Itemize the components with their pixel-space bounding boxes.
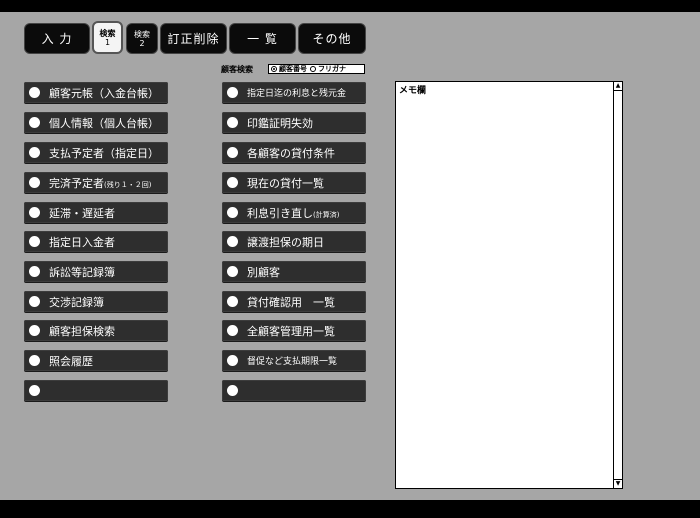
tab-search-1-label: 検索 (99, 28, 116, 38)
payment-deadline-list-button[interactable]: 督促など支払期限一覧 (222, 350, 366, 372)
button-label: 完済予定者(残り１・２回) (49, 175, 151, 191)
bullet-icon (29, 325, 40, 336)
memo-textarea[interactable]: メモ欄 ▲ ▼ (395, 81, 623, 489)
collateral-deadline-button[interactable]: 譲渡担保の期日 (222, 231, 366, 253)
loan-conditions-button[interactable]: 各顧客の貸付条件 (222, 142, 366, 164)
scheduled-payer-button[interactable]: 支払予定者（指定日） (24, 142, 168, 164)
bullet-icon (227, 177, 238, 188)
scroll-down-icon[interactable]: ▼ (614, 479, 622, 488)
bullet-icon (227, 207, 238, 218)
button-label: 交渉記録簿 (49, 295, 104, 309)
bullet-icon (29, 266, 40, 277)
scroll-up-icon[interactable]: ▲ (614, 82, 622, 91)
search-by-number-radio[interactable]: 顧客番号 (271, 64, 307, 74)
tab-other[interactable]: その他 (298, 23, 366, 54)
search-by-kana-radio[interactable]: フリガナ (310, 64, 346, 74)
bullet-icon (227, 355, 238, 366)
interest-principal-button[interactable]: 指定日迄の利息と残元金 (222, 82, 366, 104)
tab-list[interactable]: 一 覧 (229, 23, 296, 54)
button-label: 訴訟等記録簿 (49, 265, 115, 279)
button-label: 延滞・遅延者 (49, 206, 115, 220)
bullet-icon (227, 117, 238, 128)
tab-search-2-label: 検索 (134, 29, 150, 39)
button-label: 利息引き直し(計算済) (247, 205, 339, 221)
negotiation-record-button[interactable]: 交渉記録簿 (24, 291, 168, 313)
memo-scrollbar[interactable]: ▲ ▼ (613, 82, 622, 488)
collateral-search-button[interactable]: 顧客担保検索 (24, 320, 168, 342)
interest-recalc-button[interactable]: 利息引き直し(計算済) (222, 202, 366, 224)
customer-search-options: 顧客番号 フリガナ (268, 64, 365, 74)
button-label: 顧客担保検索 (49, 324, 115, 338)
all-customer-list-button[interactable]: 全顧客管理用一覧 (222, 320, 366, 342)
bullet-icon (227, 266, 238, 277)
bullet-icon (29, 177, 40, 188)
button-label: 譲渡担保の期日 (247, 235, 324, 249)
button-label: 督促など支払期限一覧 (247, 357, 338, 367)
button-label: 貸付確認用 一覧 (247, 295, 335, 309)
seal-expired-button[interactable]: 印鑑証明失効 (222, 112, 366, 134)
loan-confirmation-list-button[interactable]: 貸付確認用 一覧 (222, 291, 366, 313)
tab-list-label: 一 覧 (247, 32, 278, 46)
other-customer-button[interactable]: 別顧客 (222, 261, 366, 283)
tab-correct-delete[interactable]: 訂正削除 (160, 23, 227, 54)
completion-scheduled-button[interactable]: 完済予定者(残り１・２回) (24, 172, 168, 194)
bullet-icon (29, 117, 40, 128)
interest-recalc-label: 利息引き直し (247, 206, 313, 220)
memo-label: メモ欄 (399, 86, 427, 96)
current-loans-button[interactable]: 現在の貸付一覧 (222, 172, 366, 194)
designated-date-payer-button[interactable]: 指定日入金者 (24, 231, 168, 253)
button-label: 現在の貸付一覧 (247, 176, 324, 190)
bullet-icon (29, 207, 40, 218)
button-label: 個人情報（個人台帳） (49, 116, 159, 130)
recalc-note: (計算済) (313, 210, 340, 219)
tab-search-2-number: 2 (139, 38, 145, 48)
button-label: 印鑑証明失効 (247, 116, 313, 130)
bullet-icon (29, 87, 40, 98)
search-by-kana-label: フリガナ (318, 65, 346, 73)
button-label: 全顧客管理用一覧 (247, 324, 335, 338)
search-by-number-label: 顧客番号 (279, 65, 307, 73)
radio-selected-icon (271, 66, 277, 72)
button-label: 各顧客の貸付条件 (247, 146, 335, 160)
inquiry-history-button[interactable]: 照会履歴 (24, 350, 168, 372)
bullet-icon (227, 325, 238, 336)
bullet-icon (227, 236, 238, 247)
bullet-icon (227, 87, 238, 98)
empty-right-button[interactable] (222, 380, 366, 402)
completion-note: (残り１・２回) (104, 180, 152, 189)
bullet-icon (29, 236, 40, 247)
tab-search-1[interactable]: 検索 1 (92, 21, 123, 54)
litigation-record-button[interactable]: 訴訟等記録簿 (24, 261, 168, 283)
radio-unselected-icon (310, 66, 316, 72)
button-label: 別顧客 (247, 265, 280, 279)
tab-other-label: その他 (312, 32, 352, 46)
bullet-icon (29, 296, 40, 307)
tab-input-label: 入 力 (41, 32, 73, 46)
button-label: 指定日入金者 (49, 235, 115, 249)
tab-search-2[interactable]: 検索 2 (126, 23, 158, 54)
bullet-icon (227, 296, 238, 307)
bullet-icon (227, 147, 238, 158)
tab-input[interactable]: 入 力 (24, 23, 90, 54)
personal-info-button[interactable]: 個人情報（個人台帳） (24, 112, 168, 134)
main-window: 入 力 検索 1 検索 2 訂正削除 一 覧 その他 顧客検索 顧客番号 フリガ… (0, 12, 700, 500)
bullet-icon (29, 385, 40, 396)
button-label: 顧客元帳（入金台帳） (49, 86, 159, 100)
customer-ledger-button[interactable]: 顧客元帳（入金台帳） (24, 82, 168, 104)
button-label: 指定日迄の利息と残元金 (247, 89, 347, 99)
button-label: 照会履歴 (49, 354, 93, 368)
customer-search-label: 顧客検索 (221, 64, 253, 74)
tab-search-1-number: 1 (104, 37, 111, 47)
button-label: 支払予定者（指定日） (49, 146, 159, 160)
bullet-icon (227, 385, 238, 396)
tab-correct-delete-label: 訂正削除 (167, 32, 220, 46)
customer-search-row: 顧客検索 顧客番号 フリガナ (221, 63, 365, 75)
completion-scheduled-label: 完済予定者 (49, 176, 104, 190)
overdue-button[interactable]: 延滞・遅延者 (24, 202, 168, 224)
bullet-icon (29, 147, 40, 158)
bullet-icon (29, 355, 40, 366)
empty-left-button[interactable] (24, 380, 168, 402)
